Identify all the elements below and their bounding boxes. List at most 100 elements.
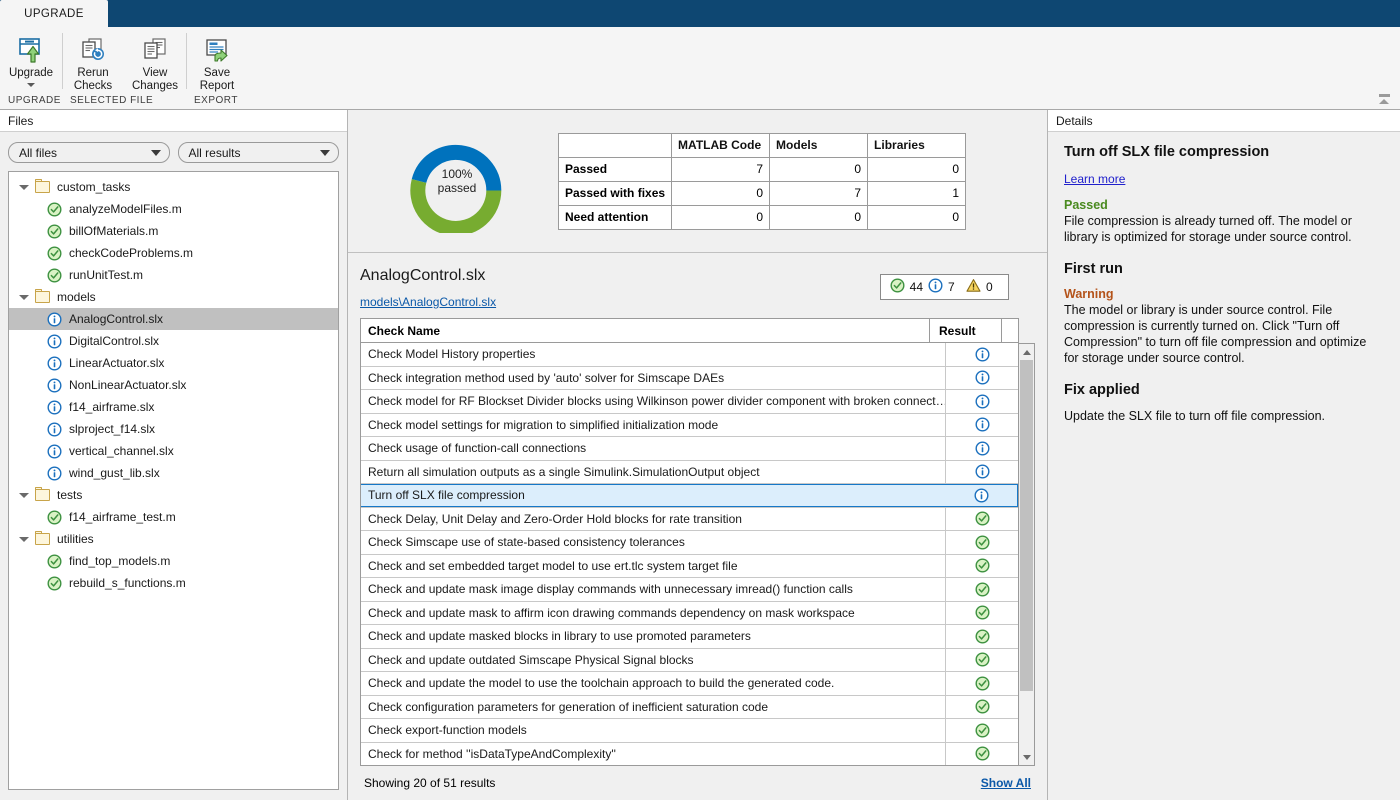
table-row[interactable]: Check and update mask to affirm icon dra…	[361, 602, 1018, 626]
check-result-cell	[946, 367, 1018, 390]
table-row[interactable]: Check configuration parameters for gener…	[361, 696, 1018, 720]
results-donut-chart: 100% passed	[402, 129, 512, 233]
file-tree[interactable]: custom_tasksanalyzeModelFiles.mbillOfMat…	[8, 171, 339, 790]
table-row[interactable]: Check for method ''isDataTypeAndComplexi…	[361, 743, 1018, 767]
check-name-cell: Check and update masked blocks in librar…	[361, 625, 946, 648]
checks-vertical-scrollbar[interactable]	[1019, 343, 1035, 766]
summary-cell: 1	[868, 181, 966, 205]
summary-cell: 0	[672, 205, 770, 229]
table-row[interactable]: Check usage of function-call connections	[361, 437, 1018, 461]
view-changes-button[interactable]: View Changes	[124, 31, 186, 93]
tree-file-row[interactable]: wind_gust_lib.slx	[9, 462, 338, 484]
summary-col-matlab-code: MATLAB Code	[672, 133, 770, 157]
scroll-up-button[interactable]	[1019, 344, 1034, 360]
warning-icon	[966, 278, 981, 296]
summary-table: MATLAB Code Models Libraries Passed700Pa…	[558, 133, 966, 230]
filter-files-dropdown[interactable]: All files	[8, 142, 170, 163]
summary-col-libraries: Libraries	[868, 133, 966, 157]
table-row[interactable]: Check Delay, Unit Delay and Zero-Order H…	[361, 508, 1018, 532]
table-row[interactable]: Check and update outdated Simscape Physi…	[361, 649, 1018, 673]
tree-folder-row[interactable]: custom_tasks	[9, 176, 338, 198]
ribbon-group-label-upgrade: UPGRADE	[0, 95, 62, 109]
checks-table-body[interactable]: Check Model History propertiesCheck inte…	[360, 343, 1019, 766]
scroll-down-button[interactable]	[1019, 749, 1034, 765]
table-row[interactable]: Check and update the model to use the to…	[361, 672, 1018, 696]
tree-file-row[interactable]: f14_airframe_test.m	[9, 506, 338, 528]
details-passed-text: File compression is already turned off. …	[1064, 213, 1384, 245]
results-file-path-link[interactable]: models\AnalogControl.slx	[360, 295, 496, 309]
info-icon	[47, 356, 62, 371]
rerun-checks-button[interactable]: Rerun Checks	[62, 31, 124, 93]
col-check-name[interactable]: Check Name	[361, 319, 930, 342]
tree-file-row[interactable]: vertical_channel.slx	[9, 440, 338, 462]
col-result[interactable]: Result	[930, 319, 1002, 342]
ribbon-tab-bar: UPGRADE	[0, 0, 1400, 27]
table-row[interactable]: Turn off SLX file compression	[361, 484, 1018, 508]
tree-file-row[interactable]: LinearActuator.slx	[9, 352, 338, 374]
table-row[interactable]: Check and update mask image display comm…	[361, 578, 1018, 602]
summary-row-label: Passed with fixes	[559, 181, 672, 205]
tree-file-row[interactable]: slproject_f14.slx	[9, 418, 338, 440]
tree-file-row[interactable]: f14_airframe.slx	[9, 396, 338, 418]
tree-file-row[interactable]: find_top_models.m	[9, 550, 338, 572]
details-panel-title: Details	[1048, 110, 1400, 132]
table-row[interactable]: Check and update masked blocks in librar…	[361, 625, 1018, 649]
filter-results-dropdown[interactable]: All results	[178, 142, 340, 163]
details-panel: Details Turn off SLX file compression Le…	[1048, 110, 1400, 800]
table-row[interactable]: Check Model History properties	[361, 343, 1018, 367]
ribbon-group-label-selected-file: SELECTED FILE	[62, 95, 186, 109]
tree-item-label: f14_airframe.slx	[69, 400, 154, 414]
details-status-warning: Warning	[1064, 287, 1384, 301]
chevron-down-icon[interactable]	[19, 537, 29, 542]
table-row[interactable]: Check and set embedded target model to u…	[361, 555, 1018, 579]
tree-file-row[interactable]: AnalogControl.slx	[9, 308, 338, 330]
chevron-up-icon	[1023, 350, 1031, 355]
tab-upgrade[interactable]: UPGRADE	[0, 0, 108, 27]
check-result-cell	[946, 602, 1018, 625]
pass-icon	[47, 246, 62, 261]
info-icon	[47, 334, 62, 349]
tree-file-row[interactable]: NonLinearActuator.slx	[9, 374, 338, 396]
tree-file-row[interactable]: DigitalControl.slx	[9, 330, 338, 352]
tree-item-label: DigitalControl.slx	[69, 334, 159, 348]
table-row[interactable]: Return all simulation outputs as a singl…	[361, 461, 1018, 485]
save-report-button[interactable]: Save Report	[186, 31, 248, 93]
table-row[interactable]: Check Simscape use of state-based consis…	[361, 531, 1018, 555]
files-panel: Files All files All results custom_tasks…	[0, 110, 348, 800]
chevron-down-icon[interactable]	[19, 295, 29, 300]
chevron-down-icon[interactable]	[19, 493, 29, 498]
show-all-link[interactable]: Show All	[981, 776, 1031, 790]
check-name-cell: Check and update outdated Simscape Physi…	[361, 649, 946, 672]
tree-item-label: slproject_f14.slx	[69, 422, 155, 436]
tree-item-label: runUnitTest.m	[69, 268, 143, 282]
info-count: 7	[948, 280, 961, 294]
tree-file-row[interactable]: runUnitTest.m	[9, 264, 338, 286]
tree-item-label: AnalogControl.slx	[69, 312, 163, 326]
check-result-cell	[946, 743, 1018, 766]
table-row[interactable]: Check model for RF Blockset Divider bloc…	[361, 390, 1018, 414]
check-result-cell	[946, 555, 1018, 578]
ribbon-group-label-export: EXPORT	[186, 95, 248, 109]
chevron-down-icon[interactable]	[19, 185, 29, 190]
tree-item-label: utilities	[57, 532, 94, 546]
tree-file-row[interactable]: rebuild_s_functions.m	[9, 572, 338, 594]
tree-folder-row[interactable]: models	[9, 286, 338, 308]
tree-folder-row[interactable]: tests	[9, 484, 338, 506]
tree-file-row[interactable]: billOfMaterials.m	[9, 220, 338, 242]
table-row[interactable]: Check integration method used by 'auto' …	[361, 367, 1018, 391]
minimize-ribbon-icon[interactable]	[1376, 92, 1392, 106]
upgrade-button[interactable]: Upgrade	[0, 31, 62, 87]
check-result-cell	[946, 531, 1018, 554]
info-icon	[47, 312, 62, 327]
chevron-down-icon[interactable]	[27, 83, 35, 87]
table-row[interactable]: Check model settings for migration to si…	[361, 414, 1018, 438]
tree-file-row[interactable]: analyzeModelFiles.m	[9, 198, 338, 220]
check-result-cell	[946, 343, 1018, 366]
tree-folder-row[interactable]: utilities	[9, 528, 338, 550]
learn-more-link[interactable]: Learn more	[1064, 172, 1125, 186]
scrollbar-track[interactable]	[1019, 360, 1034, 749]
scrollbar-thumb[interactable]	[1020, 360, 1033, 691]
table-row[interactable]: Check export-function models	[361, 719, 1018, 743]
check-name-cell: Check and update mask to affirm icon dra…	[361, 602, 946, 625]
tree-file-row[interactable]: checkCodeProblems.m	[9, 242, 338, 264]
